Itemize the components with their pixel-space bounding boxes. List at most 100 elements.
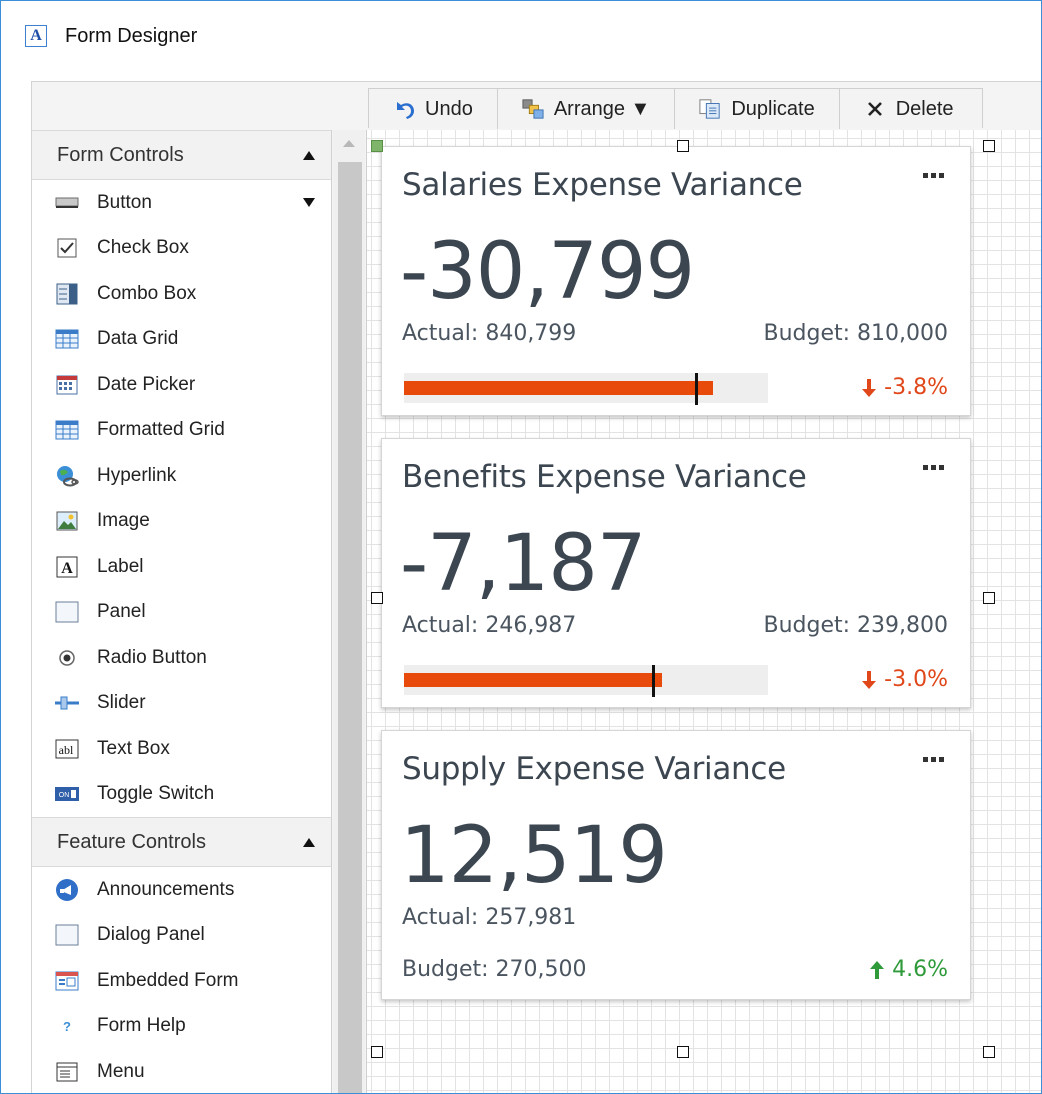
selection-handle[interactable] [371,1046,383,1058]
selection-handle[interactable] [677,140,689,152]
control-item-button[interactable]: Button [32,180,331,226]
progress-bar-fill [404,673,662,687]
selection-handle[interactable] [371,140,383,152]
variance-value: -3.8% [884,375,948,400]
card-actual: Actual: 246,987 [402,613,577,638]
form-designer-window: A Form Designer Undo Arrange ▼ Duplicate… [0,0,1042,1094]
control-item-label: Radio Button [97,646,207,668]
control-item-label: Formatted Grid [97,419,225,441]
control-item-label: Button [97,191,152,213]
control-item-check-box[interactable]: Check Box [32,226,331,272]
variance-value: -3.0% [884,667,948,692]
control-item-label-control[interactable]: A Label [32,544,331,590]
collapse-up-icon [303,837,315,847]
control-item-formatted-grid[interactable]: Formatted Grid [32,408,331,454]
selection-handle[interactable] [983,140,995,152]
feature-item-label: Menu [97,1060,145,1082]
app-icon: A [25,25,47,47]
expand-down-icon[interactable] [303,198,315,207]
kpi-card[interactable]: Supply Expense Variance 12,519 Actual: 2… [381,730,971,1000]
control-item-label: Text Box [97,737,170,759]
image-icon [54,510,80,532]
feature-item-embedded-form[interactable]: Embedded Form [32,958,331,1004]
control-item-label: Slider [97,692,146,714]
designer-content: Undo Arrange ▼ Duplicate Delete Form Con… [31,81,1041,1093]
card-value: 12,519 [400,811,668,901]
more-options-icon[interactable] [923,757,944,762]
checkbox-icon [54,237,80,259]
card-title: Benefits Expense Variance [402,459,807,495]
more-options-icon[interactable] [923,173,944,178]
control-item-label: Check Box [97,237,189,259]
label-icon: A [54,556,80,578]
card-budget: Budget: 810,000 [763,321,948,346]
radio-icon [54,647,80,669]
control-item-image[interactable]: Image [32,499,331,545]
feature-item-menu[interactable]: Menu [32,1049,331,1093]
feature-item-announcements[interactable]: Announcements [32,867,331,913]
delete-button[interactable]: Delete [840,89,982,129]
form-controls-header[interactable]: Form Controls [32,130,331,180]
control-item-label: Toggle Switch [97,783,215,805]
duplicate-icon [699,98,721,120]
selection-handle[interactable] [677,1046,689,1058]
data-grid-icon [54,328,80,350]
control-item-label: Combo Box [97,282,197,304]
duplicate-label: Duplicate [731,97,815,120]
hyperlink-icon [54,465,80,487]
variance-indicator: 4.6% [868,957,948,982]
kpi-card[interactable]: Benefits Expense Variance -7,187 Actual:… [381,438,971,708]
control-item-label: Hyperlink [97,464,177,486]
controls-scrollbar[interactable] [333,130,365,1093]
control-item-toggle-switch[interactable]: ON Toggle Switch [32,772,331,818]
svg-text:ON: ON [59,792,70,799]
arrow-down-icon [862,670,877,689]
control-item-data-grid[interactable]: Data Grid [32,317,331,363]
design-canvas[interactable]: Salaries Expense Variance -30,799 Actual… [366,130,1041,1093]
control-item-panel[interactable]: Panel [32,590,331,636]
kpi-card[interactable]: Salaries Expense Variance -30,799 Actual… [381,146,971,416]
help-icon: ? [63,1018,71,1034]
selection-handle[interactable] [983,1046,995,1058]
control-item-radio-button[interactable]: Radio Button [32,635,331,681]
selection-handle[interactable] [371,592,383,604]
budget-marker [652,665,655,697]
card-value: -30,799 [400,227,695,317]
title-bar: A Form Designer [1,1,1041,63]
feature-controls-title: Feature Controls [57,830,206,853]
scroll-up-arrow-icon[interactable] [343,140,355,147]
arrange-button[interactable]: Arrange ▼ [498,89,676,129]
arrange-icon [522,98,544,120]
more-options-icon[interactable] [923,465,944,470]
svg-text:abl: abl [59,743,74,757]
textbox-icon: abl [54,738,80,760]
embedded-form-icon [54,970,80,992]
progress-bar [404,373,768,405]
selection-handle[interactable] [983,592,995,604]
window-title: Form Designer [65,25,198,47]
card-budget: Budget: 239,800 [763,613,948,638]
calendar-icon [54,374,80,396]
feature-controls-header[interactable]: Feature Controls [32,817,331,867]
scroll-thumb[interactable] [338,162,362,1093]
feature-item-label: Embedded Form [97,969,239,991]
control-item-label: Label [97,555,144,577]
undo-button[interactable]: Undo [369,89,498,129]
control-item-slider[interactable]: Slider [32,681,331,727]
toggle-icon: ON [54,783,80,805]
collapse-up-icon [303,150,315,160]
panel-icon [54,601,80,623]
feature-item-label: Dialog Panel [97,924,205,946]
control-item-label: Image [97,510,150,532]
control-item-hyperlink[interactable]: Hyperlink [32,453,331,499]
delete-label: Delete [895,97,954,120]
control-item-combo-box[interactable]: Combo Box [32,271,331,317]
control-item-text-box[interactable]: abl Text Box [32,726,331,772]
arrow-up-icon [870,960,885,979]
control-item-date-picker[interactable]: Date Picker [32,362,331,408]
feature-item-dialog-panel[interactable]: Dialog Panel [32,913,331,959]
variance-indicator: -3.8% [860,375,948,400]
variance-indicator: -3.0% [860,667,948,692]
duplicate-button[interactable]: Duplicate [675,89,840,129]
feature-item-form-help[interactable]: ? Form Help [32,1004,331,1050]
